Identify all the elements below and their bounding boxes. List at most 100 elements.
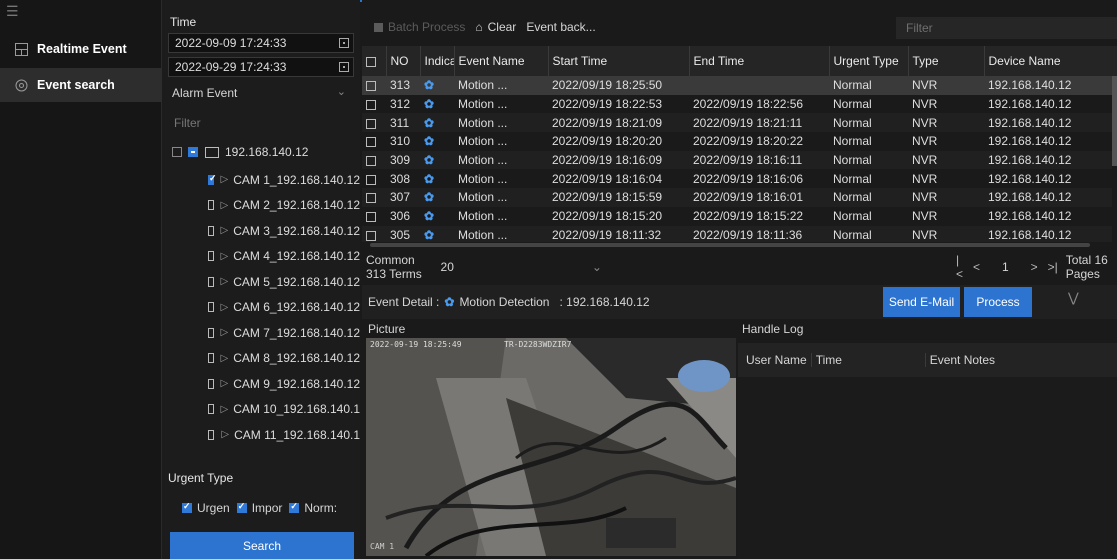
table-row[interactable]: 309 ✿ Motion ... 2022/09/19 18:16:09 2022/09… xyxy=(362,150,1117,170)
column-header-start-time[interactable]: Start Time xyxy=(547,46,689,76)
table-row[interactable]: 310 ✿ Motion ... 2022/09/19 18:20:20 2022/09… xyxy=(362,132,1117,151)
event-snapshot[interactable]: 2022-09-19 18:25:49 TR-D2283WDZIR7 CAM 1 xyxy=(366,338,736,556)
row-select-checkbox[interactable] xyxy=(366,99,376,110)
collapse-icon[interactable]: ⋁ xyxy=(1068,290,1079,306)
camera-item[interactable]: ▷ CAM 7_192.168.140.12 xyxy=(208,320,360,346)
current-page[interactable]: 1 xyxy=(1002,260,1009,274)
log-header-notes[interactable]: Event Notes xyxy=(924,353,999,367)
search-button[interactable]: Search xyxy=(170,532,354,559)
camera-label: CAM 8_192.168.140.12 xyxy=(233,351,360,366)
camera-item[interactable]: ▷ CAM 3_192.168.140.12 xyxy=(208,218,360,244)
row-select-checkbox[interactable] xyxy=(366,193,376,204)
camera-checkbox[interactable] xyxy=(208,200,214,211)
table-filter-input[interactable]: Filter xyxy=(896,17,1117,39)
page-size-select[interactable]: 20 xyxy=(441,260,454,274)
select-all-checkbox[interactable] xyxy=(366,56,376,67)
table-row[interactable]: 307 ✿ Motion ... 2022/09/19 18:15:59 2022/09… xyxy=(362,188,1117,207)
camera-item[interactable]: ▷ CAM 8_192.168.140.12 xyxy=(208,346,360,372)
table-row[interactable]: 311 ✿ Motion ... 2022/09/19 18:21:09 2022/09… xyxy=(362,113,1117,133)
camera-checkbox[interactable] xyxy=(208,353,214,364)
column-header-no[interactable]: NO xyxy=(385,46,420,76)
table-row[interactable]: 312 ✿ Motion ... 2022/09/19 18:22:53 2022/09… xyxy=(362,95,1117,114)
calendar-icon[interactable] xyxy=(339,62,349,72)
row-checkbox xyxy=(362,207,386,226)
cell-no: 312 xyxy=(390,97,411,112)
camera-checkbox[interactable] xyxy=(208,327,214,338)
urgent-checkbox[interactable] xyxy=(182,501,192,513)
column-header-urgent-type[interactable]: Urgent Type xyxy=(828,46,908,76)
table-vertical-scrollbar[interactable] xyxy=(1112,76,1117,242)
column-header-device-name[interactable]: Device Name xyxy=(983,46,1117,76)
camera-item[interactable]: ▷ CAM 4_192.168.140.12 xyxy=(208,244,360,270)
camera-checkbox[interactable] xyxy=(208,404,214,415)
column-header-event-name[interactable]: Event Name xyxy=(453,46,548,76)
last-page-icon[interactable]: >| xyxy=(1048,260,1058,274)
column-header-end-time[interactable]: End Time xyxy=(688,46,829,76)
end-time-field[interactable]: 2022-09-29 17:24:33 xyxy=(168,57,354,77)
handle-log-header: User Name Time Event Notes xyxy=(738,343,1117,377)
column-header-indicator[interactable]: Indicat xyxy=(419,46,454,76)
camera-checkbox[interactable] xyxy=(208,225,214,236)
log-header-user[interactable]: User Name xyxy=(738,353,811,367)
camera-checkbox[interactable] xyxy=(208,429,215,440)
camera-item[interactable]: ▷ CAM 6_192.168.140.12 xyxy=(208,295,360,321)
folder-icon xyxy=(205,146,219,158)
device-filter-input[interactable]: Filter xyxy=(168,112,354,134)
table-horizontal-scrollbar[interactable] xyxy=(362,242,1117,248)
menu-toggle-icon[interactable]: ☰ xyxy=(6,4,20,18)
next-page-icon[interactable]: > xyxy=(1031,260,1038,274)
log-header-time[interactable]: Time xyxy=(810,353,925,367)
start-time-field[interactable]: 2022-09-09 17:24:33 xyxy=(168,33,354,53)
cell-device-name: 192.168.140.12 xyxy=(984,76,1117,95)
batch-process-button[interactable]: Batch Process xyxy=(374,20,465,34)
table-row[interactable]: 308 ✿ Motion ... 2022/09/19 18:16:04 2022/09… xyxy=(362,169,1117,188)
camera-checkbox[interactable] xyxy=(208,302,214,313)
camera-item[interactable]: ▷ CAM 9_192.168.140.12 xyxy=(208,371,360,397)
row-select-checkbox[interactable] xyxy=(366,155,376,166)
cell-device-name: 192.168.140.12 xyxy=(984,150,1117,170)
row-select-checkbox[interactable] xyxy=(366,211,376,222)
row-select-checkbox[interactable] xyxy=(366,174,376,185)
tree-device-row[interactable]: 192.168.140.12 xyxy=(172,142,360,162)
normal-checkbox[interactable] xyxy=(289,501,300,513)
table-row[interactable]: 306 ✿ Motion ... 2022/09/19 18:15:20 2022/09… xyxy=(362,207,1117,226)
scrollbar-thumb[interactable] xyxy=(370,243,1090,247)
device-checkbox[interactable] xyxy=(188,147,198,157)
camera-icon: ▷ xyxy=(221,429,230,441)
camera-label: CAM 9_192.168.140.12 xyxy=(233,376,360,391)
send-email-button[interactable]: Send E-Mail xyxy=(883,287,960,317)
camera-item[interactable]: ▷ CAM 11_192.168.140.1 xyxy=(208,422,360,448)
cell-urgent-type: Normal xyxy=(833,134,872,149)
clear-button[interactable]: ⌂ Clear xyxy=(475,20,516,34)
cell-device-name: 192.168.140.12 xyxy=(988,171,1072,186)
event-type-select[interactable]: Alarm Event ⌄ xyxy=(168,82,354,104)
row-select-checkbox[interactable] xyxy=(366,137,376,148)
chevron-down-icon[interactable]: ⌄ xyxy=(592,260,602,274)
prev-page-icon[interactable]: < xyxy=(973,260,980,274)
camera-checkbox[interactable] xyxy=(208,173,216,185)
row-select-checkbox[interactable] xyxy=(366,230,376,241)
camera-item[interactable]: ▷ CAM 1_192.168.140.12 xyxy=(208,167,360,193)
expand-icon[interactable] xyxy=(172,147,182,157)
table-row[interactable]: 305 ✿ Motion ... 2022/09/19 18:11:32 2022/09… xyxy=(362,225,1117,242)
important-checkbox[interactable] xyxy=(236,501,247,513)
column-header-type[interactable]: Type xyxy=(907,46,984,76)
table-row[interactable]: 313 ✿ Motion ... 2022/09/19 18:25:50 Normal N… xyxy=(362,76,1117,95)
camera-item[interactable]: ▷ CAM 5_192.168.140.12 xyxy=(208,269,360,295)
header-select-all[interactable] xyxy=(362,46,386,76)
camera-checkbox[interactable] xyxy=(208,276,214,287)
calendar-icon[interactable] xyxy=(339,38,349,48)
sidebar-item-event-search[interactable]: Event search xyxy=(0,68,162,102)
process-button[interactable]: Process xyxy=(964,287,1032,317)
row-select-checkbox[interactable] xyxy=(366,118,376,129)
cell-type: NVR xyxy=(908,188,984,207)
scrollbar-thumb[interactable] xyxy=(1112,76,1117,166)
row-select-checkbox[interactable] xyxy=(366,81,376,92)
first-page-icon[interactable]: |< xyxy=(956,253,963,281)
camera-item[interactable]: ▷ CAM 10_192.168.140.1 xyxy=(208,397,360,423)
camera-checkbox[interactable] xyxy=(208,251,214,262)
camera-item[interactable]: ▷ CAM 2_192.168.140.12 xyxy=(208,193,360,219)
camera-checkbox[interactable] xyxy=(208,378,214,389)
event-back-button[interactable]: Event back... xyxy=(526,20,595,34)
sidebar-item-realtime-event[interactable]: Realtime Event xyxy=(0,32,162,66)
